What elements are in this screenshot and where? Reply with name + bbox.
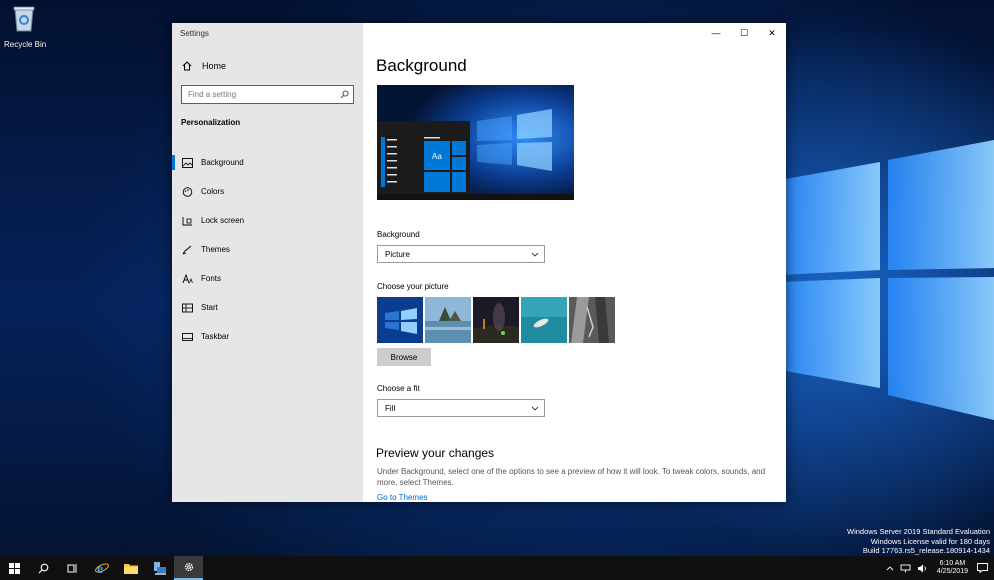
picture-thumbnail[interactable] [473,297,519,343]
picture-thumbnail[interactable] [521,297,567,343]
clock-time: 6:10 AM [939,559,966,567]
search-input[interactable] [182,86,335,103]
go-to-themes-link[interactable]: Go to Themes [377,493,428,502]
nav-item-themes[interactable]: Themes [172,235,363,264]
background-dropdown-value: Picture [385,249,410,259]
picture-thumbnail[interactable] [569,297,615,343]
personalization-nav-list: Background Colors Lock screen Themes Fon… [172,148,363,351]
windows-logo-wallpaper [780,140,994,420]
browse-button[interactable]: Browse [377,348,431,366]
taskbar-search-button[interactable] [29,556,58,580]
taskbar: e 6:10 AM 4/25/2019 [0,556,994,580]
nav-item-background[interactable]: Background [172,148,363,177]
taskbar-icon [182,332,193,341]
palette-icon [182,186,193,197]
start-icon [182,303,193,312]
nav-item-label: Themes [201,245,230,254]
network-icon[interactable] [900,564,911,573]
chevron-up-icon[interactable] [886,565,894,571]
nav-item-colors[interactable]: Colors [172,177,363,206]
watermark-line: Build 17763.rs5_release.180914-1434 [862,546,990,555]
search-icon [38,563,49,573]
watermark-line: Windows License valid for 180 days [870,536,990,546]
nav-item-lock-screen[interactable]: Lock screen [172,206,363,235]
recycle-bin[interactable]: Recycle Bin [4,4,46,49]
brush-icon [182,245,192,254]
settings-taskbar-button[interactable] [174,556,203,580]
volume-icon[interactable] [917,564,928,573]
maximize-button[interactable]: ☐ [730,23,758,43]
nav-item-label: Taskbar [201,332,230,341]
recycle-bin-icon [13,6,35,32]
nav-item-label: Background [201,158,244,167]
settings-window: Settings Home Personalization Background… [172,23,786,502]
server-manager-button[interactable] [145,556,174,580]
windows-watermark: Windows Server 2019 Standard Evaluation … [847,527,990,556]
page-title: Background [376,56,467,75]
server-manager-icon [153,561,166,575]
nav-item-fonts[interactable]: Fonts [172,264,363,293]
nav-item-label: Start [201,303,218,312]
background-label: Background [377,230,420,239]
nav-item-start[interactable]: Start [172,293,363,322]
home-nav-item[interactable]: Home [182,61,226,71]
task-view-button[interactable] [58,556,87,580]
background-preview: Aa [377,85,574,200]
task-view-icon [67,563,77,573]
section-title: Personalization [181,118,241,127]
minimize-button[interactable]: — [702,23,730,43]
chevron-down-icon [526,252,544,257]
picture-thumbnail[interactable] [377,297,423,343]
taskbar-clock[interactable]: 6:10 AM 4/25/2019 [937,560,968,577]
picture-icon [182,157,193,168]
settings-nav-pane: Settings Home Personalization Background… [172,23,363,502]
choose-fit-label: Choose a fit [377,384,420,393]
close-button[interactable]: ✕ [758,23,786,43]
svg-text:e: e [97,562,103,575]
chevron-down-icon [526,406,544,411]
picture-thumbnail[interactable] [425,297,471,343]
settings-content: — ☐ ✕ Background Aa Background Picture C… [363,23,786,503]
nav-item-label: Lock screen [201,216,245,225]
preview-changes-heading: Preview your changes [376,446,495,460]
home-icon [182,61,192,71]
search-icon[interactable] [335,90,353,99]
lock-screen-icon [182,216,192,225]
gear-icon [184,562,193,572]
app-title: Settings [180,29,209,38]
system-tray: 6:10 AM 4/25/2019 [883,556,994,580]
recycle-bin-label: Recycle Bin [4,40,47,49]
search-box[interactable] [181,85,354,104]
nav-item-label: Fonts [201,274,222,283]
picture-thumbnails [377,297,615,343]
windows-start-icon [9,562,20,574]
internet-explorer-button[interactable]: e [87,556,116,580]
start-button[interactable] [0,556,29,580]
nav-item-label: Colors [201,187,225,196]
font-icon [182,273,193,283]
clock-date: 4/25/2019 [936,568,968,575]
nav-item-taskbar[interactable]: Taskbar [172,322,363,351]
background-dropdown[interactable]: Picture [377,245,545,263]
internet-explorer-icon: e [94,562,109,575]
fit-dropdown[interactable]: Fill [377,399,545,417]
notification-icon[interactable] [977,563,988,573]
preview-tile-text: Aa [432,152,442,161]
file-explorer-button[interactable] [116,556,145,580]
folder-icon [123,564,138,574]
fit-dropdown-value: Fill [385,403,396,413]
preview-description: Under Background, select one of the opti… [377,467,766,487]
caption-buttons: — ☐ ✕ [702,23,786,43]
home-label: Home [202,61,227,71]
watermark-line: Windows Server 2019 Standard Evaluation [847,527,990,536]
choose-picture-label: Choose your picture [377,282,449,291]
